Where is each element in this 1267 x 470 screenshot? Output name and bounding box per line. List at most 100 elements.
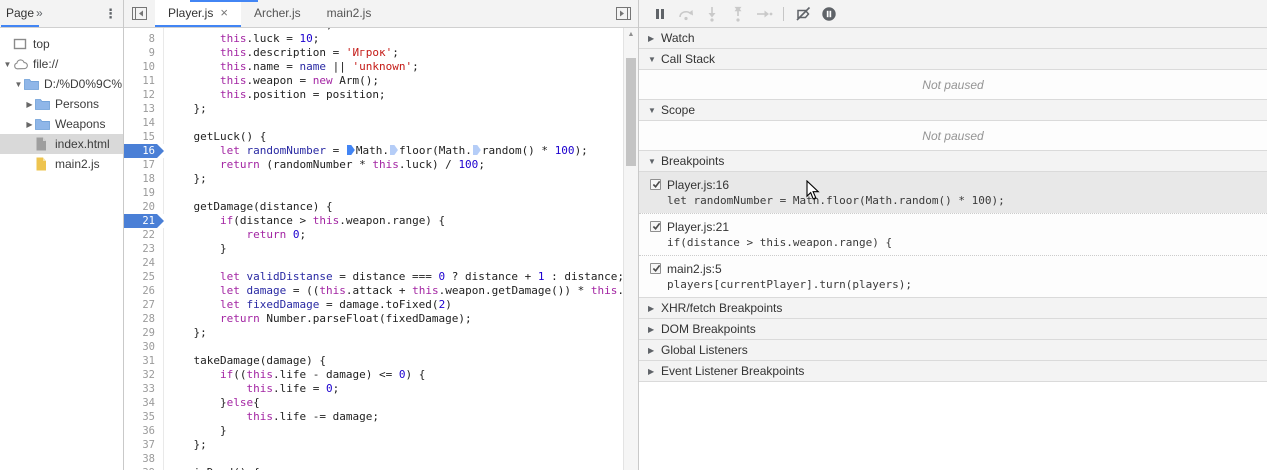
- line-number[interactable]: 31: [124, 354, 164, 368]
- tree-item-file-[interactable]: ▼file://: [0, 54, 123, 74]
- code-text[interactable]: isDead() {: [164, 466, 260, 470]
- section-header-scope[interactable]: ▼Scope: [639, 100, 1267, 121]
- section-header-breakpoints[interactable]: ▼Breakpoints: [639, 151, 1267, 172]
- line-number[interactable]: 28: [124, 312, 164, 326]
- section-header-xhr-fetch-breakpoints[interactable]: ▶XHR/fetch Breakpoints: [639, 298, 1267, 319]
- breakpoint-entry-main2-js-5[interactable]: main2.js:5players[currentPlayer].turn(pl…: [639, 255, 1267, 297]
- tree-collapsed-icon[interactable]: ▶: [24, 100, 35, 109]
- code-text[interactable]: [164, 340, 167, 354]
- inline-breakpoint-candidate-icon[interactable]: [473, 145, 481, 155]
- code-text[interactable]: this.life = 0;: [164, 382, 339, 396]
- section-header-global-listeners[interactable]: ▶Global Listeners: [639, 340, 1267, 361]
- tree-expanded-icon[interactable]: ▼: [2, 60, 13, 69]
- line-number[interactable]: 24: [124, 256, 164, 270]
- code-text[interactable]: }else{: [164, 396, 260, 410]
- code-text[interactable]: [164, 116, 167, 130]
- code-text[interactable]: }: [164, 424, 227, 438]
- breakpoint-entry-player-js-16[interactable]: Player.js:16let randomNumber = Math.floo…: [639, 172, 1267, 213]
- section-header-watch[interactable]: ▶Watch: [639, 28, 1267, 49]
- line-number[interactable]: 12: [124, 88, 164, 102]
- deactivate-breakpoints-button[interactable]: [790, 5, 816, 22]
- tree-item-d-d0-9c-d0[interactable]: ▼D:/%D0%9C%D0: [0, 74, 123, 94]
- navigator-tab-page[interactable]: Page: [1, 0, 39, 27]
- code-text[interactable]: };: [164, 102, 207, 116]
- step-out-button[interactable]: [725, 5, 751, 22]
- step-button[interactable]: [751, 5, 777, 22]
- code-text[interactable]: return (randomNumber * this.luck) / 100;: [164, 158, 485, 172]
- tree-item-top[interactable]: top: [0, 34, 123, 54]
- breakpoint-checkbox[interactable]: [650, 221, 661, 232]
- code-text[interactable]: if((this.life - damage) <= 0) {: [164, 368, 425, 382]
- step-into-button[interactable]: [699, 5, 725, 22]
- line-number[interactable]: 36: [124, 424, 164, 438]
- code-text[interactable]: [164, 186, 167, 200]
- tree-item-weapons[interactable]: ▶Weapons: [0, 114, 123, 134]
- section-header-call-stack[interactable]: ▼Call Stack: [639, 49, 1267, 70]
- code-text[interactable]: this.name = name || 'unknown';: [164, 60, 419, 74]
- line-number[interactable]: 18: [124, 172, 164, 186]
- line-number[interactable]: 30: [124, 340, 164, 354]
- tree-item-index-html[interactable]: index.html: [0, 134, 123, 154]
- code-text[interactable]: let validDistanse = distance === 0 ? dis…: [164, 270, 623, 284]
- tree-expanded-icon[interactable]: ▼: [13, 80, 24, 89]
- line-number[interactable]: 15: [124, 130, 164, 144]
- code-text[interactable]: if(distance > this.weapon.range) {: [164, 214, 445, 228]
- collapse-navigator-icon[interactable]: [131, 5, 148, 22]
- code-text[interactable]: this.position = position;: [164, 88, 386, 102]
- code-text[interactable]: [164, 452, 167, 466]
- line-number[interactable]: 8: [124, 32, 164, 46]
- code-text[interactable]: }: [164, 242, 227, 256]
- scrollbar-thumb[interactable]: [626, 58, 636, 166]
- section-header-dom-breakpoints[interactable]: ▶DOM Breakpoints: [639, 319, 1267, 340]
- inline-breakpoint-icon[interactable]: [347, 145, 355, 155]
- editor-tab-main2-js[interactable]: main2.js: [314, 0, 385, 27]
- line-number[interactable]: 17: [124, 158, 164, 172]
- line-number[interactable]: 25: [124, 270, 164, 284]
- code-text[interactable]: takeDamage(damage) {: [164, 354, 326, 368]
- line-number[interactable]: 35: [124, 410, 164, 424]
- code-text[interactable]: this.weapon = new Arm();: [164, 74, 379, 88]
- code-text[interactable]: [164, 256, 167, 270]
- code-text[interactable]: this.description = 'Игрок';: [164, 46, 399, 60]
- line-number[interactable]: 37: [124, 438, 164, 452]
- code-text[interactable]: this.luck = 10;: [164, 32, 319, 46]
- code-text[interactable]: return 0;: [164, 228, 306, 242]
- navigator-menu-icon[interactable]: ⋮: [104, 0, 117, 27]
- code-text[interactable]: };: [164, 326, 207, 340]
- line-number[interactable]: 33: [124, 382, 164, 396]
- editor-tab-player-js[interactable]: Player.js×: [155, 0, 241, 27]
- line-number[interactable]: 22: [124, 228, 164, 242]
- breakpoint-line-number[interactable]: 21: [124, 214, 164, 228]
- code-editor[interactable]: 7 this.attack = 10;8 this.luck = 10;9 th…: [124, 28, 638, 470]
- editor-tab-archer-js[interactable]: Archer.js: [241, 0, 314, 27]
- tree-collapsed-icon[interactable]: ▶: [24, 120, 35, 129]
- tab-close-icon[interactable]: ×: [220, 5, 228, 20]
- code-text[interactable]: };: [164, 172, 207, 186]
- more-tabs-icon[interactable]: »: [36, 0, 42, 27]
- tree-item-persons[interactable]: ▶Persons: [0, 94, 123, 114]
- line-number[interactable]: 13: [124, 102, 164, 116]
- tree-item-main2-js[interactable]: main2.js: [0, 154, 123, 174]
- line-number[interactable]: 10: [124, 60, 164, 74]
- code-text[interactable]: getDamage(distance) {: [164, 200, 333, 214]
- inline-breakpoint-candidate-icon[interactable]: [390, 145, 398, 155]
- line-number[interactable]: 19: [124, 186, 164, 200]
- code-text[interactable]: return Number.parseFloat(fixedDamage);: [164, 312, 472, 326]
- breakpoint-line-number[interactable]: 16: [124, 144, 164, 158]
- line-number[interactable]: 34: [124, 396, 164, 410]
- line-number[interactable]: 23: [124, 242, 164, 256]
- code-text[interactable]: let randomNumber = Math.floor(Math.rando…: [164, 144, 588, 158]
- line-number[interactable]: 38: [124, 452, 164, 466]
- step-over-button[interactable]: [673, 5, 699, 22]
- breakpoint-checkbox[interactable]: [650, 263, 661, 274]
- line-number[interactable]: 9: [124, 46, 164, 60]
- scrollbar-up-icon[interactable]: ▲: [624, 28, 638, 42]
- expand-debugger-icon[interactable]: [615, 5, 632, 22]
- line-number[interactable]: 14: [124, 116, 164, 130]
- breakpoint-checkbox[interactable]: [650, 179, 661, 190]
- code-text[interactable]: let fixedDamage = damage.toFixed(2): [164, 298, 452, 312]
- editor-scrollbar[interactable]: ▲: [623, 28, 638, 470]
- section-header-event-listener-breakpoints[interactable]: ▶Event Listener Breakpoints: [639, 361, 1267, 382]
- code-text[interactable]: this.life -= damage;: [164, 410, 379, 424]
- code-text[interactable]: getLuck() {: [164, 130, 266, 144]
